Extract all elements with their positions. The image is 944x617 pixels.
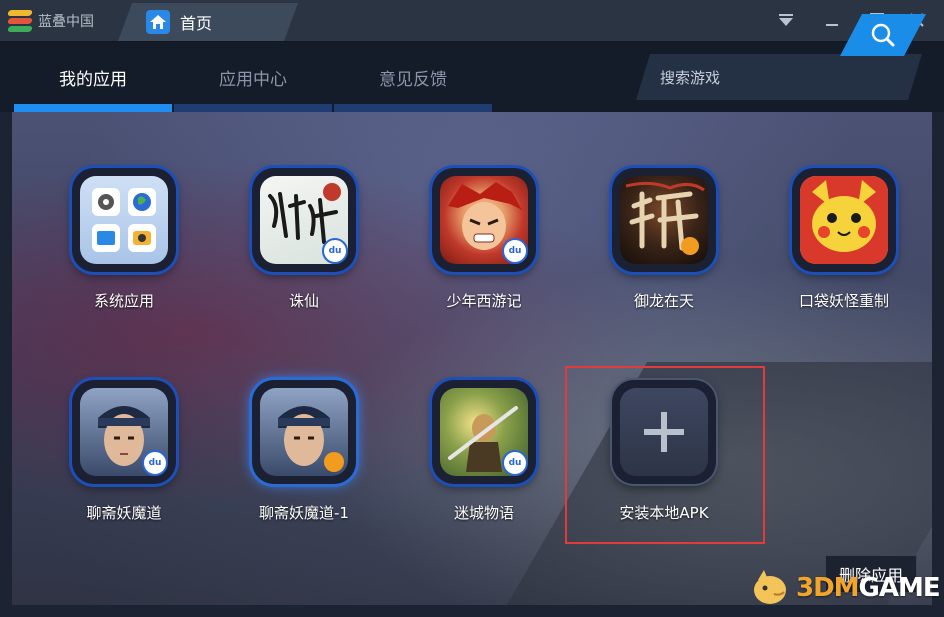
app-label: 聊斋妖魔道 [86, 504, 162, 522]
tab-app-center[interactable]: 应用中心 [174, 42, 332, 112]
tab-my-apps-label: 我的应用 [59, 69, 127, 90]
shaonian-xiyouji-game-icon: du [432, 168, 536, 272]
app-tile-liaozhai[interactable]: du 聊斋妖魔道 [44, 380, 204, 523]
app-tile-liaozhai-1[interactable]: 聊斋妖魔道-1 [224, 380, 384, 523]
tab-home-label: 首页 [180, 14, 213, 33]
watermark-prefix: 3DM [796, 573, 860, 603]
zhuxian-game-icon: du [252, 168, 356, 272]
minimize-icon[interactable] [820, 8, 844, 32]
watermark-mascot-icon [754, 570, 786, 604]
system-apps-icon [72, 168, 176, 272]
app-tile-system[interactable]: 系统应用 [44, 168, 204, 311]
app-label: 御龙在天 [633, 292, 694, 310]
liaozhai-game-icon: du [72, 380, 176, 484]
menu-icon[interactable] [774, 8, 798, 32]
watermark-suffix: GAME [858, 573, 941, 603]
tab-my-apps[interactable]: 我的应用 [14, 42, 172, 112]
baidu-badge-icon: du [142, 450, 168, 476]
baidu-badge-icon: du [502, 450, 528, 476]
baidu-badge-icon: du [322, 238, 348, 264]
app-label: 系统应用 [93, 292, 154, 310]
micheng-wuyu-game-icon: du [432, 380, 536, 484]
yulong-zaitian-game-icon [612, 168, 716, 272]
search-icon [870, 22, 896, 48]
app-label: 聊斋妖魔道-1 [259, 504, 349, 522]
app-tile-yulong-zaitian[interactable]: 御龙在天 [584, 168, 744, 311]
tab-home[interactable]: 首页 [118, 3, 298, 41]
app-tile-micheng-wuyu[interactable]: du 迷城物语 [404, 380, 564, 523]
tab-indicator [14, 104, 172, 112]
app-label: 诛仙 [288, 292, 319, 310]
nav-bar: 我的应用 应用中心 意见反馈 [0, 42, 944, 112]
plus-icon [644, 412, 684, 452]
watermark: 3DMGAME [748, 568, 941, 608]
home-icon [146, 10, 170, 34]
tab-indicator [334, 104, 492, 112]
search-box [636, 54, 922, 100]
app-tile-shaonian-xiyouji[interactable]: du 少年西游记 [404, 168, 564, 311]
install-apk-icon [612, 380, 716, 484]
app-tile-zhuxian[interactable]: du 诛仙 [224, 168, 384, 311]
search-input[interactable] [658, 54, 842, 102]
title-bar: 蓝叠中国 首页 [0, 0, 944, 42]
tab-app-center-label: 应用中心 [219, 69, 287, 90]
liaozhai-game-icon [252, 380, 356, 484]
tab-feedback[interactable]: 意见反馈 [334, 42, 492, 112]
app-tile-pocket-monster[interactable]: 口袋妖怪重制 [764, 168, 924, 311]
tab-feedback-label: 意见反馈 [379, 69, 447, 90]
app-brand: 蓝叠中国 [7, 0, 94, 41]
tab-indicator [174, 104, 332, 112]
app-label: 少年西游记 [446, 292, 522, 310]
app-label: 迷城物语 [453, 504, 514, 522]
pocket-monster-game-icon [792, 168, 896, 272]
app-name: 蓝叠中国 [38, 13, 94, 30]
bluestacks-logo-icon [7, 9, 33, 32]
baidu-badge-icon: du [502, 238, 528, 264]
app-tile-install-apk[interactable]: 安装本地APK [584, 380, 744, 523]
app-grid-panel: 系统应用 du 诛仙 du 少年西游记 御龙在天 口袋妖怪重制 du 聊斋妖魔道… [12, 112, 932, 605]
app-label: 安装本地APK [619, 504, 709, 522]
app-label: 口袋妖怪重制 [798, 292, 889, 310]
